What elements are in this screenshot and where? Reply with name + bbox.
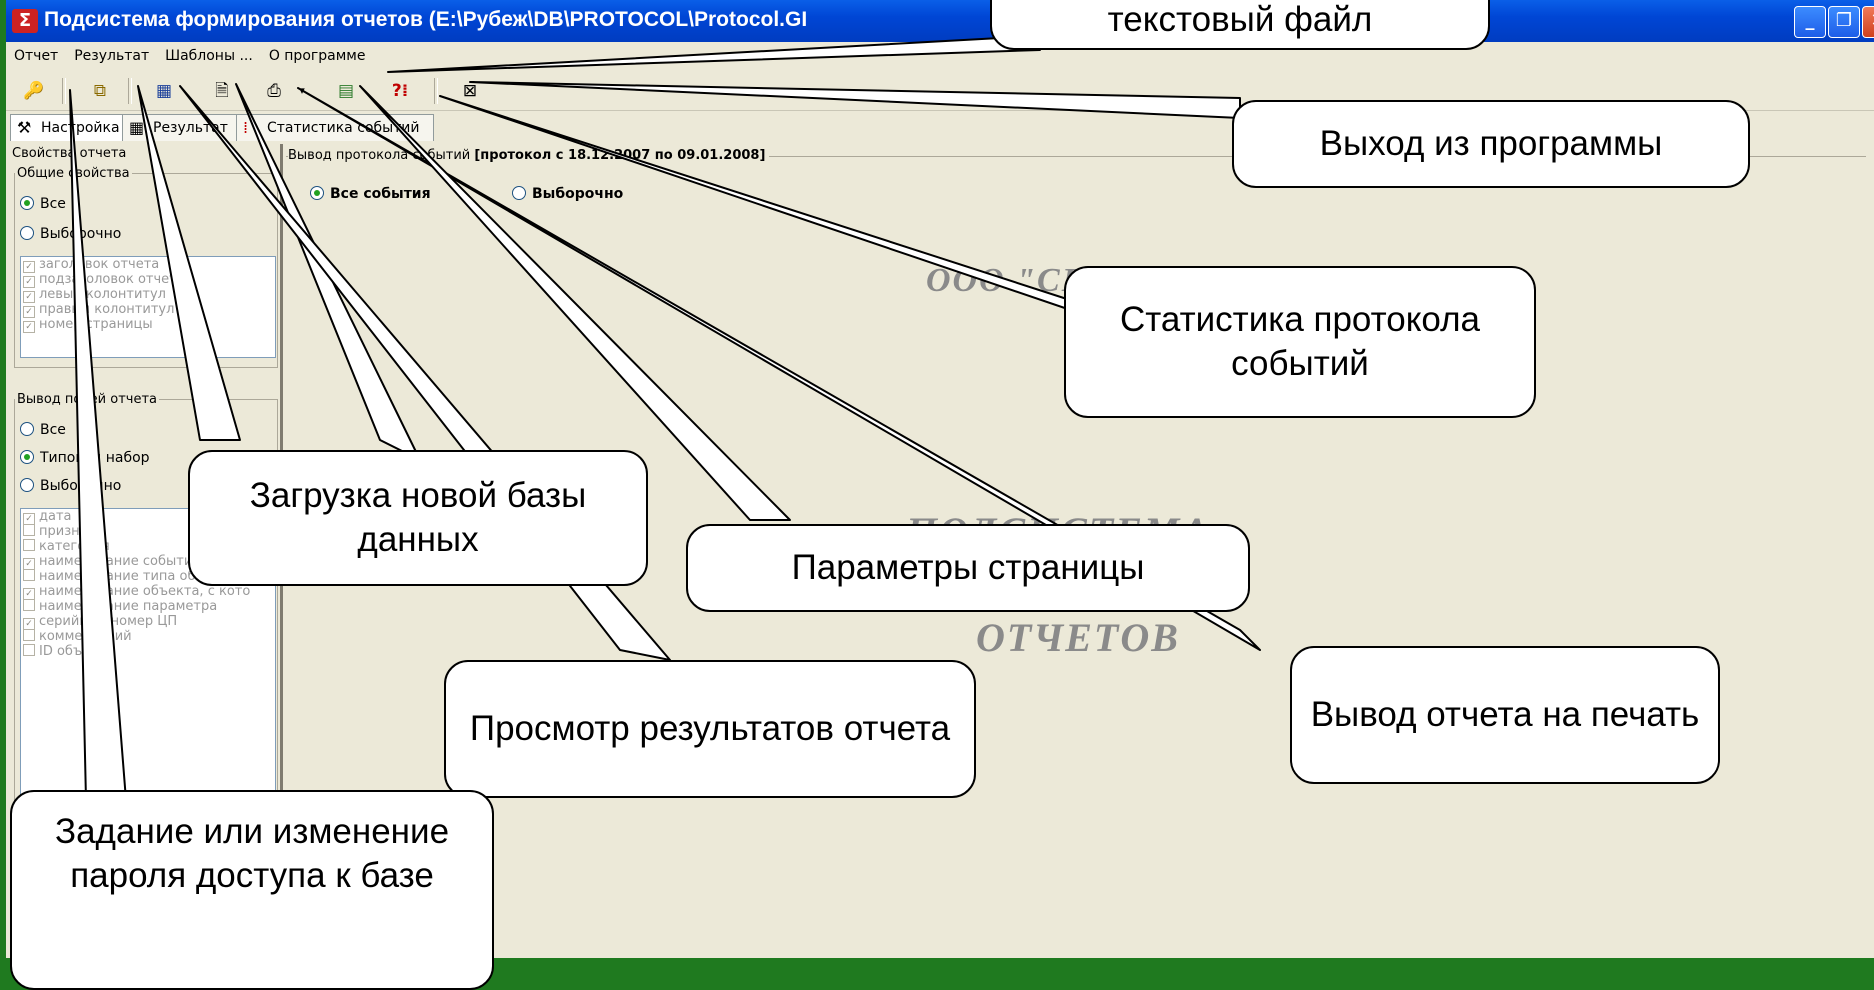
callout-statistics: Статистика протокола событий [1064,266,1536,418]
callout-view-results: Просмотр результатов отчета [444,660,976,798]
callout-load-db: Загрузка новой базы данных [188,450,648,586]
callout-password: Задание или изменение пароля доступа к б… [10,790,494,990]
callout-text-file: текстовый файл [990,0,1490,50]
callout-page-params: Параметры страницы [686,524,1250,612]
callout-print: Вывод отчета на печать [1290,646,1720,784]
callout-pointer [69,89,127,801]
callout-pointer [387,37,1041,73]
callout-exit: Выход из программы [1232,100,1750,188]
callout-pointer [469,81,1241,119]
